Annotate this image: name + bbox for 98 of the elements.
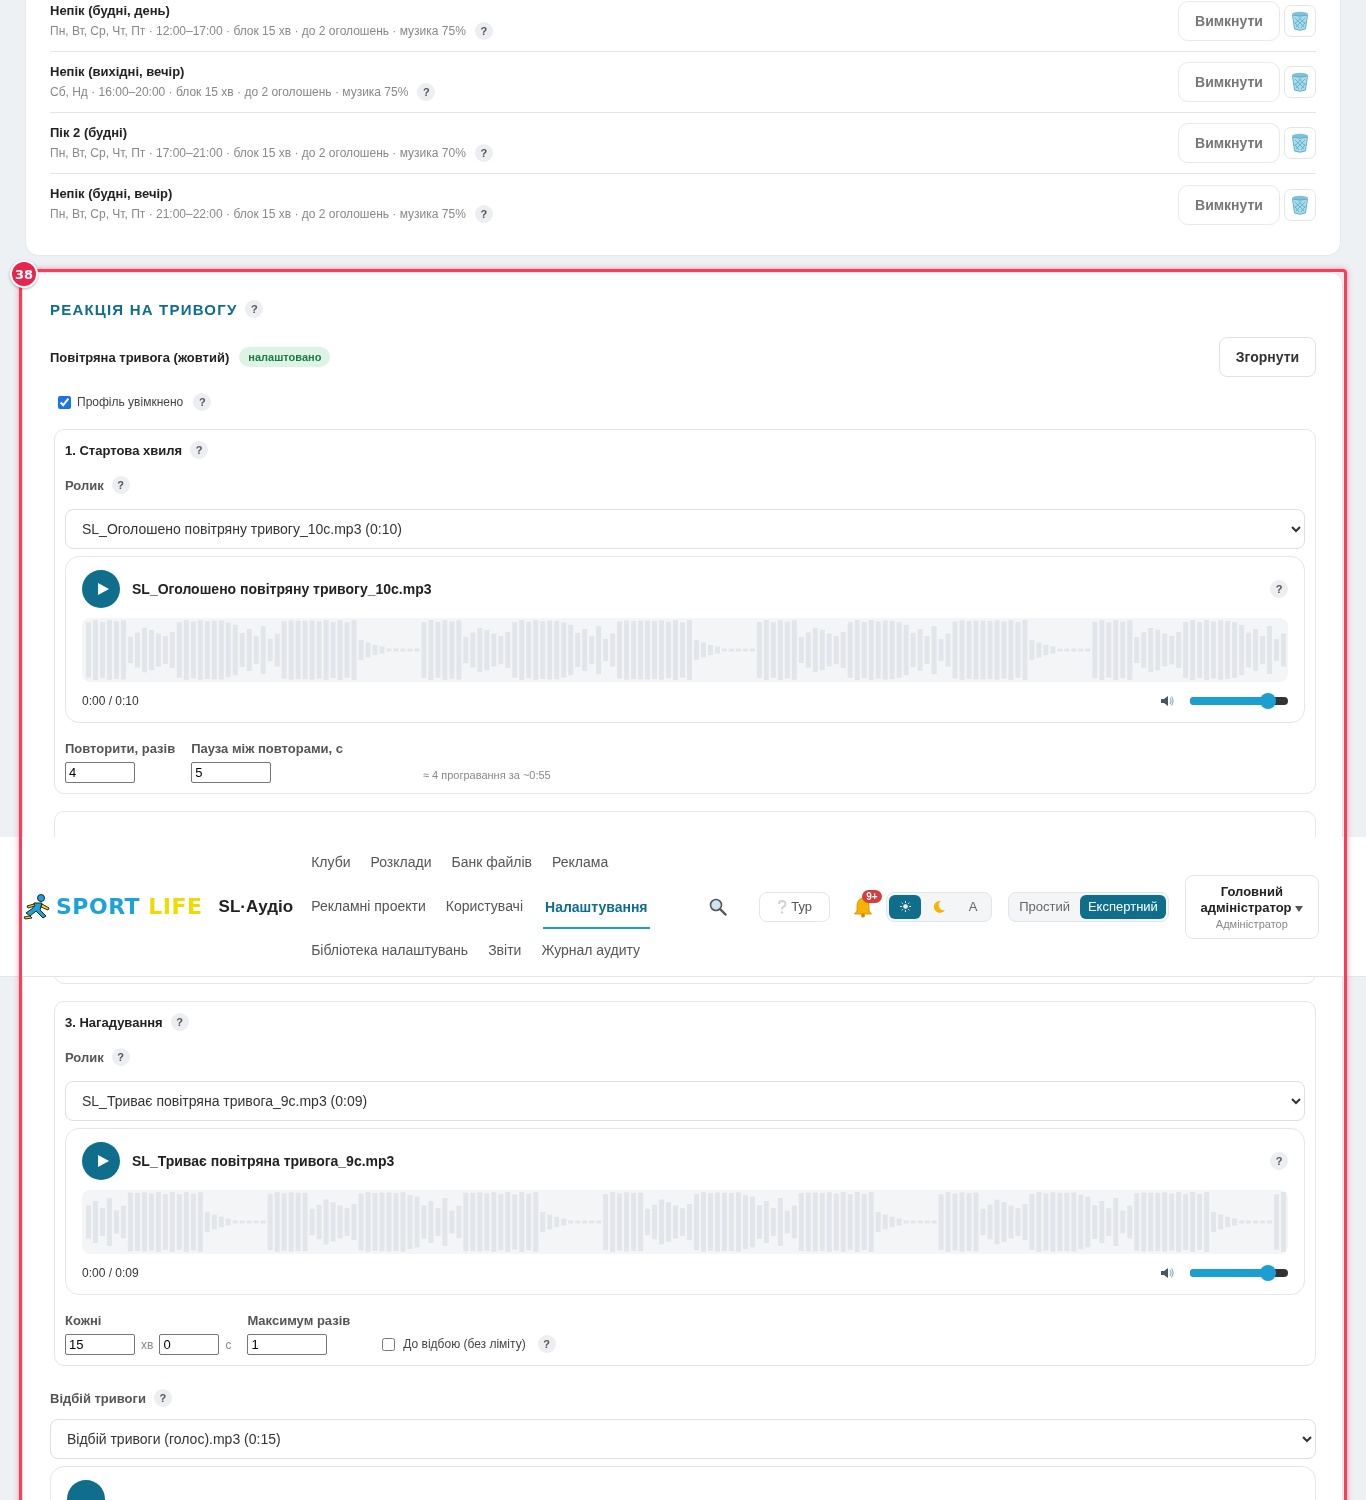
mode-button[interactable]: Експертний [1079,894,1166,919]
clip-select[interactable]: Відбій тривоги (голос).mp3 (0:15) [50,1419,1316,1459]
trash-icon [1291,72,1309,92]
clip-select[interactable]: SL_Триває повітряна тривога_9с.mp3 (0:09) [65,1081,1305,1121]
seconds-field[interactable]: 0 [159,1334,220,1355]
disable-button[interactable]: Вимкнути [1178,62,1280,102]
unit-label: хв [141,1337,154,1352]
schedule-details: Пн, Вт, Ср, Чт, Пт · 12:00–17:00 · блок 15 хв · до 2 оголошень · музика 75% [50,23,466,38]
schedule-title: Пік 2 (будні) [50,124,129,140]
help-icon[interactable]: ? [417,82,436,101]
field-label: Максимум разів [247,1313,351,1328]
number-field[interactable]: 5 [191,762,272,783]
nav-link[interactable]: Налаштування [543,884,650,929]
stage-title: 3. Нагадування [65,1014,163,1030]
nav-link[interactable]: Клуби [311,839,351,886]
number-field[interactable]: 4 [65,762,135,783]
help-icon[interactable]: ? [474,21,493,40]
stage-title: 1. Стартова хвиля [65,442,183,458]
caret-icon [1295,905,1304,912]
help-icon[interactable]: ? [1270,1152,1288,1170]
delete-button[interactable] [1284,188,1316,221]
runner-icon [22,893,52,920]
help-icon[interactable]: ? [190,441,209,459]
nav-link[interactable]: Звіти [488,927,522,974]
delete-button[interactable] [1284,66,1316,98]
tour-button[interactable]: Тур [759,891,831,922]
volume-icon [1160,695,1174,707]
number-field[interactable]: 1 [247,1334,328,1355]
moon-icon [932,899,947,914]
search-icon[interactable] [709,897,728,916]
nav-link[interactable]: Банк файлів [451,839,533,886]
schedule-title: Непік (будні, вечір) [50,186,174,201]
auto-theme-button[interactable]: A [957,894,990,919]
logo-text: SPORT LIFE [56,894,203,919]
hint-text: ≈ 4 програвання за ~0:55 [422,769,551,781]
schedule-details: Пн, Вт, Ср, Чт, Пт · 17:00–21:00 · блок 15 хв · до 2 оголошень · музика 70% [50,145,466,160]
collapse-button[interactable]: Згорнути [1219,337,1316,377]
user-menu[interactable]: Головний адміністратор Адміністратор [1184,874,1319,939]
annotation-badge: 38 [10,260,38,288]
time-readout: 0:00 / 0:10 [82,694,139,708]
help-icon[interactable]: ? [537,1335,556,1353]
play-icon [96,1155,109,1167]
help-icon[interactable]: ? [170,1013,189,1031]
clip-label: Ролик [65,1049,104,1065]
question-icon [777,899,788,914]
play-button[interactable] [82,570,120,608]
help-icon[interactable]: ? [245,300,264,318]
trash-icon [1291,194,1309,215]
field-label: Відбій тривоги [50,1390,146,1406]
volume-icon [1160,1267,1174,1279]
profile-name: Повітряна тривога (жовтий) [50,349,230,365]
field-label: Пауза між повторами, с [191,741,343,756]
section-title: РЕАКЦІЯ НА ТРИВОГУ [50,300,238,318]
help-icon[interactable]: ? [474,205,493,223]
schedule-title: Непік (вихідні, вечір) [50,63,186,79]
help-icon[interactable]: ? [193,393,212,411]
minutes-field[interactable]: 15 [65,1334,135,1355]
clip-select[interactable]: SL_Оголошено повітряну тривогу_10с.mp3 (0:10) [65,509,1305,549]
play-icon [96,583,109,595]
sun-theme-button[interactable] [889,894,922,919]
play-button[interactable] [82,1142,120,1180]
schedule-details: Сб, Нд · 16:00–20:00 · блок 15 хв · до 2 оголошень · музика 75% [50,84,409,99]
disable-button[interactable]: Вимкнути [1178,123,1280,163]
schedule-title: Непік (будні, день) [50,2,171,18]
nav-link[interactable]: Реклама [552,839,609,886]
nav-link[interactable]: Користувачі [445,883,523,930]
nav-link[interactable]: Бібліотека налаштувань [311,927,469,974]
mode-button[interactable]: Простий [1011,894,1078,919]
file-name: SL_Триває повітряна тривога_9с.mp3 [132,1153,395,1169]
clip-label: Ролик [65,477,104,493]
unit-label: с [225,1337,232,1352]
help-icon[interactable]: ? [111,476,130,494]
until-clear-checkbox[interactable] [382,1337,396,1351]
file-name: SL_Оголошено повітряну тривогу_10с.mp3 [132,581,432,597]
delete-button[interactable] [1284,5,1316,37]
nav-link[interactable]: Журнал аудиту [541,927,641,974]
nav-link[interactable]: Рекламні проекти [311,883,426,930]
profile-checkbox[interactable] [58,395,71,409]
status-badge: налаштовано [239,347,331,367]
field-label: Повторити, разів [65,741,176,756]
schedule-details: Пн, Вт, Ср, Чт, Пт · 21:00–22:00 · блок 15 хв · до 2 оголошень · музика 75% [50,207,466,221]
checkbox-label: Профіль увімкнено [77,395,184,409]
disable-button[interactable]: Вимкнути [1178,1,1280,41]
help-icon[interactable]: ? [474,143,493,162]
trash-icon [1291,133,1309,153]
help-icon[interactable]: ? [153,1389,172,1407]
app-name: SL·Аудіо [218,896,294,917]
help-icon[interactable]: ? [111,1048,130,1066]
help-icon[interactable]: ? [1270,580,1288,598]
checkbox-label: До відбою (без ліміту) [403,1337,526,1351]
field-label: Кожні [65,1313,103,1328]
sun-icon [899,901,911,912]
notification-badge: 9+ [862,889,882,903]
time-readout: 0:00 / 0:09 [82,1266,139,1280]
trash-icon [1291,11,1309,31]
disable-button[interactable]: Вимкнути [1178,184,1280,225]
delete-button[interactable] [1284,127,1316,159]
nav-link[interactable]: Розклади [370,839,432,886]
